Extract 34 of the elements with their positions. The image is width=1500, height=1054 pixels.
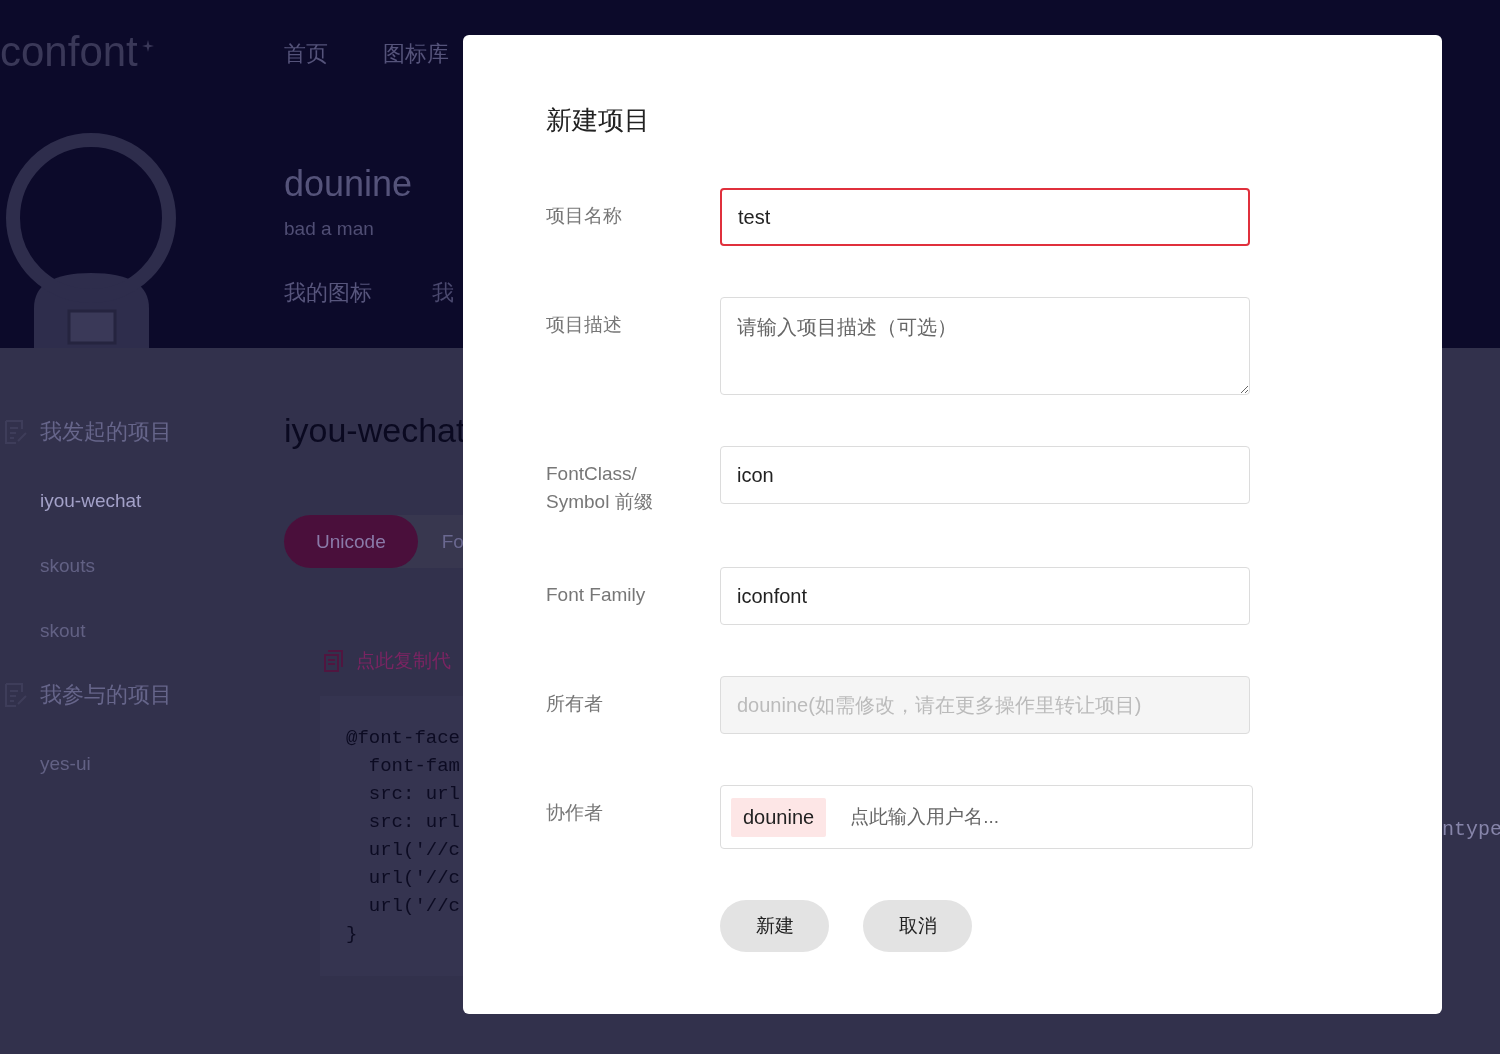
format-tab[interactable]: Fo	[417, 515, 464, 568]
copy-icon	[322, 649, 346, 673]
project-item[interactable]: skouts	[0, 553, 284, 578]
input-field[interactable]: test	[720, 188, 1250, 246]
code-line: }	[346, 922, 358, 947]
profile-name: dounine	[284, 162, 414, 206]
field-label: 项目描述	[546, 313, 623, 337]
description-field[interactable]: 请输入项目描述（可选）	[720, 297, 1250, 395]
astronaut-avatar-icon	[4, 133, 179, 348]
star-icon	[141, 40, 154, 52]
project-item[interactable]: iyou-wechat	[0, 488, 284, 513]
field-label: 所有者	[546, 692, 604, 716]
project-item[interactable]: skout	[0, 618, 284, 643]
field-label: Font Family	[546, 583, 647, 607]
dialog-title: 新建项目	[546, 104, 651, 137]
field-label: 项目名称	[546, 204, 623, 228]
profile-tab[interactable]: 我的图标	[284, 278, 372, 308]
user-tag[interactable]: dounine	[731, 797, 827, 837]
format-tab[interactable]: Unicode	[284, 515, 418, 568]
field-label: 协作者	[546, 801, 604, 825]
section-title: 我参与的项目	[40, 681, 172, 709]
project-item[interactable]: yes-ui	[0, 751, 284, 776]
code-line: ntype	[1442, 818, 1500, 841]
collaborator-field[interactable]: dounine 点此输入用户名...	[720, 785, 1253, 849]
profile-tab[interactable]: 我	[432, 278, 454, 308]
dialog-button[interactable]: 新建	[720, 900, 829, 952]
section-title: 我发起的项目	[40, 418, 172, 446]
input-field[interactable]: iconfont	[720, 567, 1250, 625]
input-field[interactable]: icon	[720, 446, 1250, 504]
profile-bio: bad a man	[284, 218, 375, 240]
dialog-button[interactable]: 取消	[863, 900, 972, 952]
field-label: FontClass/ Symbol 前缀	[546, 462, 654, 514]
nav-link[interactable]: 首页	[284, 38, 328, 70]
nav-link[interactable]: 图标库	[383, 38, 449, 70]
